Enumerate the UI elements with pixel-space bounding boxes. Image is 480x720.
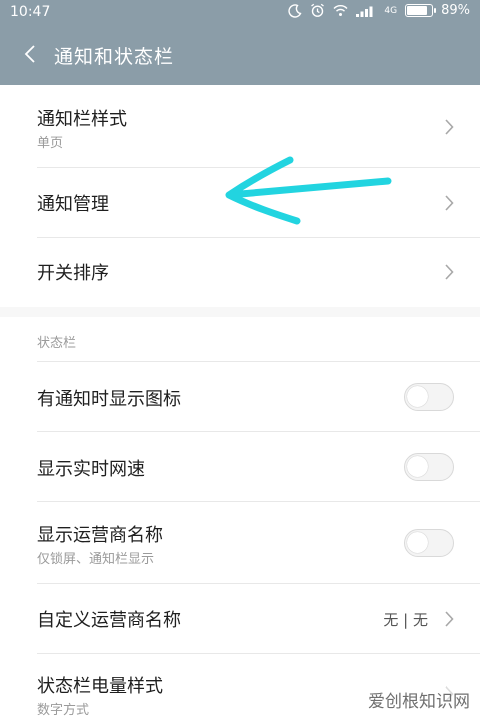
- battery-percent: 89%: [441, 3, 470, 18]
- row-section-divider: [0, 317, 480, 362]
- status-icons: 4G 89%: [288, 3, 470, 18]
- chevron-right-icon: [445, 119, 454, 135]
- title-bar: 通知和状态栏: [0, 26, 480, 85]
- row-title: 状态栏电量样式: [37, 676, 163, 697]
- row-title: 通知栏样式: [37, 109, 127, 130]
- notification-group: 通知栏样式 单页 通知管理 开关排序: [0, 85, 480, 307]
- row-notification-management[interactable]: 通知管理: [0, 168, 480, 238]
- signal-icon: [356, 4, 376, 17]
- row-subtitle: 数字方式: [37, 703, 90, 718]
- status-time: 10:47: [10, 4, 51, 20]
- wifi-icon: [333, 4, 348, 17]
- row-title: 显示实时网速: [37, 459, 145, 480]
- notification-icons-toggle[interactable]: [404, 383, 454, 411]
- row-title: 通知管理: [37, 194, 109, 215]
- row-toggle-order[interactable]: 开关排序: [0, 238, 480, 307]
- row-show-notification-icons[interactable]: 有通知时显示图标: [0, 362, 480, 432]
- toggle-knob: [407, 456, 428, 477]
- row-custom-carrier-name[interactable]: 自定义运营商名称 无 | 无: [0, 584, 480, 654]
- carrier-name-toggle[interactable]: [404, 529, 454, 557]
- row-title: 显示运营商名称: [37, 525, 163, 546]
- row-notification-style[interactable]: 通知栏样式 单页: [0, 85, 480, 168]
- row-show-network-speed[interactable]: 显示实时网速: [0, 432, 480, 502]
- chevron-left-icon: [24, 45, 35, 63]
- chevron-right-icon: [445, 195, 454, 211]
- row-subtitle: 单页: [37, 136, 64, 151]
- watermark: 爱创根知识网: [366, 687, 472, 712]
- back-button[interactable]: [16, 40, 44, 68]
- chevron-right-icon: [445, 611, 454, 627]
- carrier-name-value: 无 | 无: [383, 611, 428, 629]
- moon-icon: [288, 3, 302, 18]
- page-title: 通知和状态栏: [54, 46, 175, 68]
- statusbar-group: 状态栏 有通知时显示图标 显示实时网速 显示运营商名称 仅锁屏、通知栏显示 自定…: [0, 317, 480, 720]
- toggle-knob: [407, 532, 428, 553]
- network-speed-toggle[interactable]: [404, 453, 454, 481]
- alarm-icon: [310, 3, 325, 18]
- row-title: 开关排序: [37, 263, 109, 284]
- row-show-carrier-name[interactable]: 显示运营商名称 仅锁屏、通知栏显示: [0, 502, 480, 584]
- battery-fill: [407, 6, 428, 15]
- row-title: 自定义运营商名称: [37, 610, 181, 631]
- top-bar: 10:47 4G 89% 通知和状态栏: [0, 0, 480, 85]
- row-subtitle: 仅锁屏、通知栏显示: [37, 552, 155, 567]
- toggle-knob: [407, 386, 428, 407]
- chevron-right-icon: [445, 264, 454, 280]
- network-type: 4G: [384, 5, 398, 16]
- row-title: 有通知时显示图标: [37, 389, 181, 410]
- status-bar: 10:47 4G 89%: [0, 0, 480, 26]
- battery-icon: [405, 4, 437, 17]
